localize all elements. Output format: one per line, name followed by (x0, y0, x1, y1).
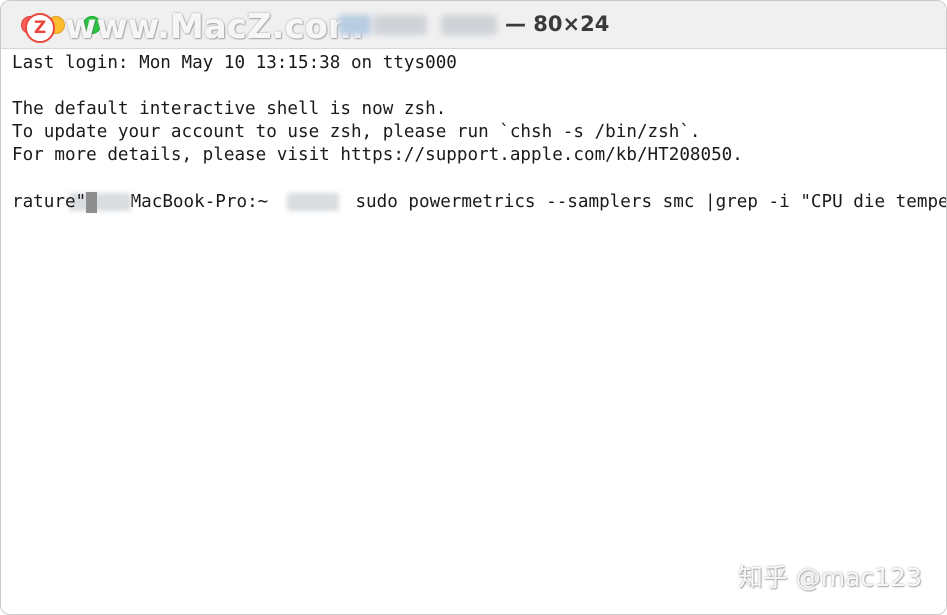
macz-text-watermark: www.MacZ.com (65, 7, 364, 47)
terminal-line: For more details, please visit https://s… (12, 145, 743, 165)
prompt-host: MacBook-Pro:~ (130, 192, 269, 212)
zhihu-watermark: 知乎 @mac123 (737, 563, 922, 592)
title-bar[interactable]: Z www.MacZ.com — 80×24 (1, 1, 946, 49)
command-text-wrap: rature" (12, 192, 87, 212)
macz-logo-watermark: Z (25, 13, 55, 43)
terminal-line: Last login: Mon May 10 13:15:38 on ttys0… (12, 53, 457, 73)
window-title-size: — 80×24 (505, 12, 610, 36)
terminal-window: Z www.MacZ.com — 80×24 Last login: Mon M… (0, 0, 947, 615)
redacted-title-user (373, 15, 427, 35)
text-cursor (86, 192, 98, 213)
command-continuation: rature" (12, 191, 98, 214)
redacted-prompt-user (286, 193, 339, 211)
terminal-line: The default interactive shell is now zsh… (12, 99, 447, 119)
terminal-line: To update your account to use zsh, pleas… (12, 122, 701, 142)
command-text: sudo powermetrics --samplers smc |grep -… (355, 192, 947, 212)
terminal-content[interactable]: Last login: Mon May 10 13:15:38 on ttys0… (1, 49, 946, 614)
prompt-line: MacBook-Pro:~ sudo powermetrics --sample… (5, 168, 946, 212)
folder-icon (339, 15, 371, 35)
redacted-title-shell (441, 15, 497, 35)
